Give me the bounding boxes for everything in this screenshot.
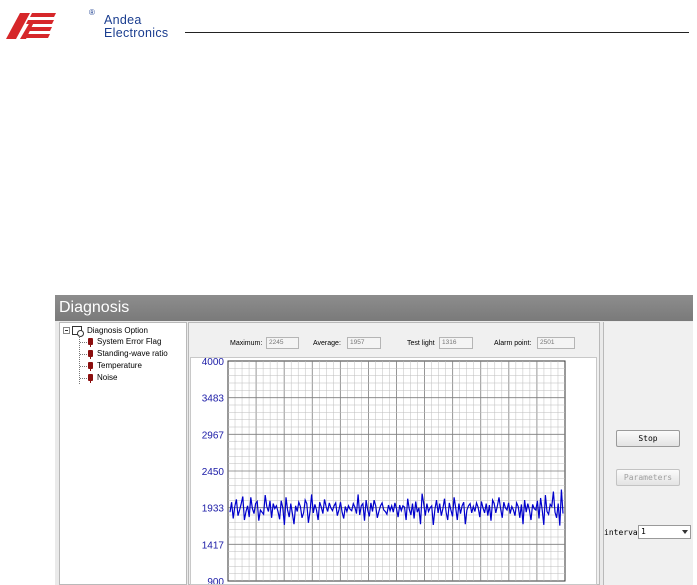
average-label: Average: — [313, 340, 341, 347]
y-tick-label: 900 — [207, 577, 224, 584]
tree-connector — [79, 336, 80, 384]
registered-mark: ® — [89, 8, 95, 17]
collapse-toggle-icon[interactable] — [63, 327, 70, 334]
signal-chart: 4000 3483 2967 2450 1933 1417 900 — [190, 357, 597, 585]
parameters-button[interactable]: Parameters — [616, 469, 680, 486]
alarm-point-value-field: 2501 — [537, 337, 575, 349]
stop-button[interactable]: Stop — [616, 430, 680, 447]
stats-bar: Maximum: 2245 Average: 1957 Test light 1… — [189, 323, 599, 355]
interval-select-value: 1 — [641, 527, 646, 536]
control-panel: Stop Parameters interval 1 — [603, 322, 693, 585]
y-tick-label: 2967 — [202, 430, 225, 441]
diagnosis-tree: Diagnosis Option System Error Flag Stand… — [59, 322, 187, 585]
tree-item-noise[interactable]: Noise — [97, 372, 117, 383]
tree-item-standing-wave-ratio[interactable]: Standing-wave ratio — [97, 348, 168, 359]
maximum-label: Maximum: — [230, 340, 263, 347]
red-pin-icon — [88, 362, 93, 371]
brand-name: Andea Electronics — [104, 14, 168, 40]
y-tick-label: 1417 — [202, 540, 225, 551]
diagnosis-root-icon — [72, 326, 84, 337]
y-tick-label: 1933 — [202, 504, 225, 515]
average-value-field: 1957 — [347, 337, 381, 349]
tree-root-label[interactable]: Diagnosis Option — [87, 325, 148, 336]
y-tick-label: 4000 — [202, 358, 225, 368]
diagnosis-main-panel: Maximum: 2245 Average: 1957 Test light 1… — [188, 322, 600, 585]
interval-label: interval — [604, 528, 638, 537]
window-title: Diagnosis — [55, 295, 693, 321]
tree-item-temperature[interactable]: Temperature — [97, 360, 142, 371]
maximum-value-field: 2245 — [266, 337, 299, 349]
chevron-down-icon — [682, 530, 688, 534]
interval-select[interactable]: 1 — [638, 525, 691, 539]
andea-logo — [6, 13, 56, 39]
test-light-label: Test light — [407, 340, 435, 347]
y-tick-label: 2450 — [202, 467, 225, 478]
y-tick-label: 3483 — [202, 394, 225, 405]
brand-line-2: Electronics — [104, 26, 169, 40]
diagnosis-window: Diagnosis Diagnosis Option System Error … — [55, 295, 693, 585]
red-pin-icon — [88, 374, 93, 383]
red-pin-icon — [88, 338, 93, 347]
signal-chart-svg: 4000 3483 2967 2450 1933 1417 900 — [202, 358, 566, 584]
alarm-point-label: Alarm point: — [494, 340, 532, 347]
header-rule — [185, 32, 689, 33]
test-light-value-field: 1316 — [439, 337, 473, 349]
tree-item-system-error-flag[interactable]: System Error Flag — [97, 336, 161, 347]
red-pin-icon — [88, 350, 93, 359]
